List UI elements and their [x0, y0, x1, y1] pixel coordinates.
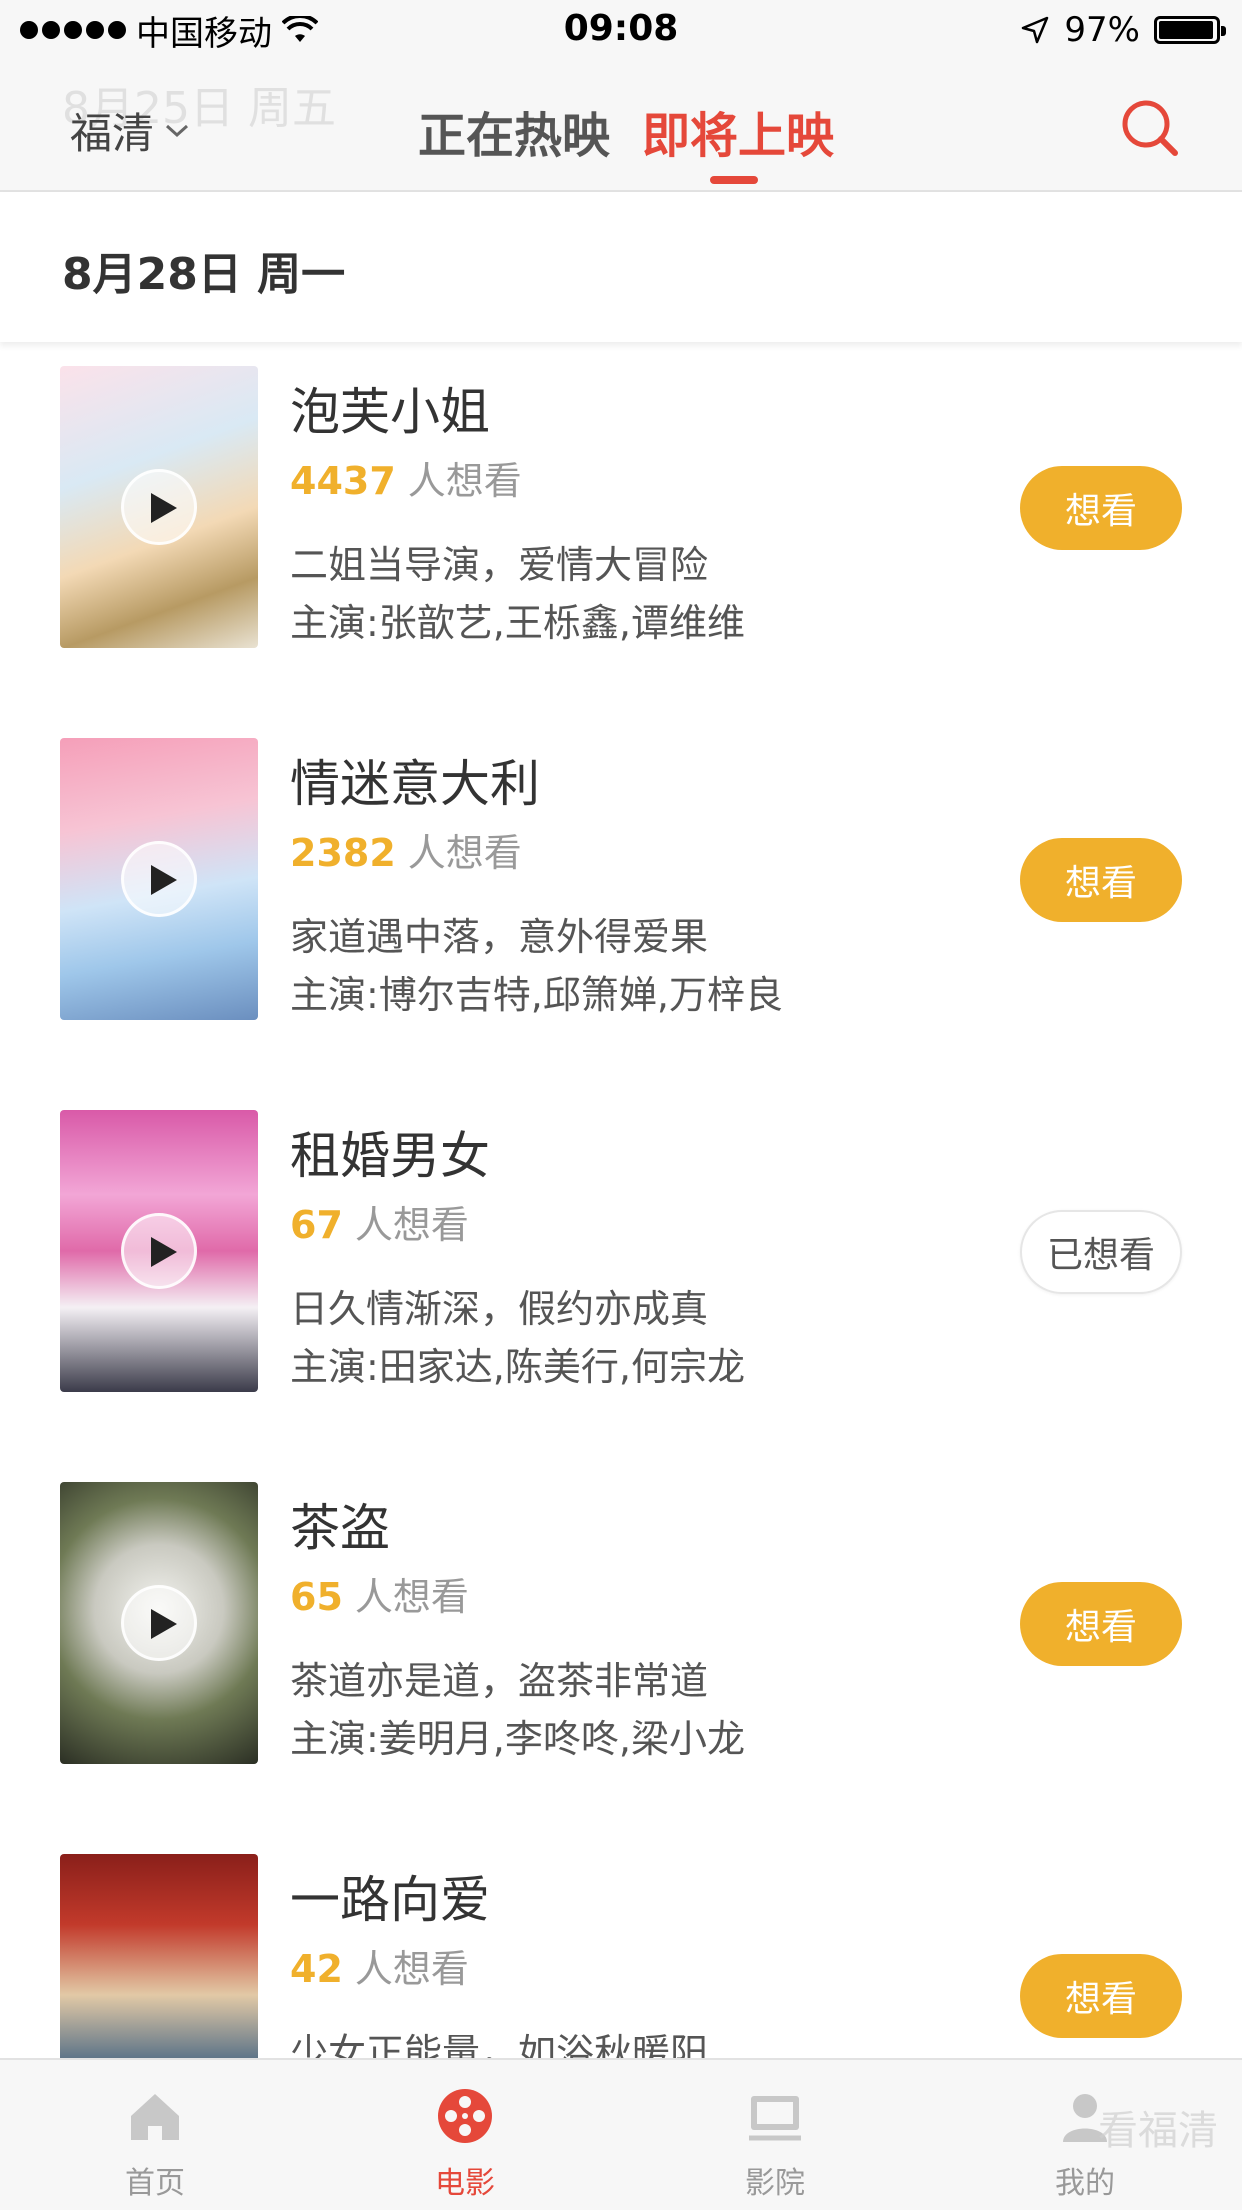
- movie-tagline: 少女正能量，如浴秋暖阳: [290, 2031, 709, 2058]
- wanted-button[interactable]: 已想看: [1020, 1210, 1182, 1294]
- movie-poster[interactable]: [60, 1110, 258, 1392]
- want-count-line: 2382 人想看: [290, 822, 522, 877]
- want-count: 4437: [290, 459, 396, 503]
- chevron-down-icon: [166, 124, 189, 137]
- movie-cast: 主演:姜明月,李咚咚,梁小龙: [290, 1717, 745, 1761]
- movie-cast: 主演:博尔吉特,邱箫婵,万梓良: [290, 973, 783, 1017]
- movie-item[interactable]: 一路向爱 42 人想看 少女正能量，如浴秋暖阳 想看: [0, 1830, 1242, 2058]
- battery-percent: 97%: [1064, 10, 1140, 50]
- want-count: 2382: [290, 831, 396, 875]
- tab-profile-label: 我的: [1055, 2166, 1115, 2201]
- play-icon[interactable]: [121, 1585, 197, 1661]
- play-icon[interactable]: [121, 1213, 197, 1289]
- date-section-header: 8月28日 周一: [0, 192, 1242, 342]
- movie-tagline: 茶道亦是道，盗茶非常道: [290, 1659, 709, 1703]
- film-reel-icon: [438, 2089, 492, 2143]
- want-button[interactable]: 想看: [1020, 1582, 1182, 1666]
- want-suffix: 人想看: [354, 1575, 469, 1619]
- date-label: 8月28日 周一: [62, 249, 346, 300]
- tab-movies-label: 电影: [435, 2166, 495, 2201]
- tab-cinemas[interactable]: 影院: [695, 2086, 855, 2202]
- want-button[interactable]: 想看: [1020, 838, 1182, 922]
- battery-icon: [1154, 16, 1226, 44]
- want-suffix: 人想看: [354, 1203, 469, 1247]
- movie-title: 租婚男女: [290, 1127, 490, 1185]
- want-count-line: 65 人想看: [290, 1566, 469, 1621]
- want-suffix: 人想看: [354, 1947, 469, 1991]
- movie-tagline: 二姐当导演，爱情大冒险: [290, 543, 709, 587]
- tab-movies[interactable]: 电影: [385, 2086, 545, 2202]
- movie-poster[interactable]: [60, 1482, 258, 1764]
- tab-home[interactable]: 首页: [75, 2086, 235, 2202]
- movie-title: 茶盗: [290, 1499, 390, 1557]
- active-tab-indicator: [710, 176, 758, 184]
- want-count-line: 67 人想看: [290, 1194, 469, 1249]
- tab-cinemas-label: 影院: [745, 2166, 805, 2201]
- want-count-line: 42 人想看: [290, 1938, 469, 1993]
- want-suffix: 人想看: [407, 831, 522, 875]
- search-icon[interactable]: [1118, 96, 1182, 160]
- movie-item[interactable]: 情迷意大利 2382 人想看 家道遇中落，意外得爱果 主演:博尔吉特,邱箫婵,万梓…: [0, 714, 1242, 1086]
- movie-poster[interactable]: [60, 1854, 258, 2058]
- movie-list: 泡芙小姐 4437 人想看 二姐当导演，爱情大冒险 主演:张歆艺,王栎鑫,谭维维 …: [0, 342, 1242, 2058]
- movie-tagline: 家道遇中落，意外得爱果: [290, 915, 709, 959]
- home-icon: [131, 2094, 179, 2140]
- bottom-tab-bar: 首页 电影 影院 我的: [0, 2058, 1242, 2210]
- movie-title: 情迷意大利: [290, 755, 540, 813]
- want-suffix: 人想看: [407, 459, 522, 503]
- play-icon[interactable]: [121, 469, 197, 545]
- want-count: 65: [290, 1575, 343, 1619]
- movie-cast: 主演:张歆艺,王栎鑫,谭维维: [290, 601, 745, 645]
- movie-title: 泡芙小姐: [290, 383, 490, 441]
- movie-item[interactable]: 租婚男女 67 人想看 日久情渐深，假约亦成真 主演:田家达,陈美行,何宗龙 已想…: [0, 1086, 1242, 1458]
- tab-now-showing[interactable]: 正在热映: [418, 96, 610, 166]
- want-count-line: 4437 人想看: [290, 450, 522, 505]
- play-icon[interactable]: [121, 841, 197, 917]
- status-right: 97%: [1020, 10, 1226, 50]
- want-count: 42: [290, 1947, 343, 1991]
- cinema-screen-icon: [749, 2096, 801, 2141]
- city-label: 福清: [70, 109, 155, 158]
- movie-item[interactable]: 茶盗 65 人想看 茶道亦是道，盗茶非常道 主演:姜明月,李咚咚,梁小龙 想看: [0, 1458, 1242, 1830]
- want-button[interactable]: 想看: [1020, 466, 1182, 550]
- movie-item[interactable]: 泡芙小姐 4437 人想看 二姐当导演，爱情大冒险 主演:张歆艺,王栎鑫,谭维维 …: [0, 342, 1242, 714]
- tab-home-label: 首页: [125, 2166, 185, 2201]
- nav-header: 8月25日 周五 福清 正在热映 即将上映: [0, 60, 1242, 192]
- movie-cast: 主演:田家达,陈美行,何宗龙: [290, 1345, 745, 1389]
- want-button[interactable]: 想看: [1020, 1954, 1182, 2038]
- battery-fill: [1159, 21, 1214, 39]
- location-arrow-icon: [1022, 16, 1049, 44]
- movie-poster[interactable]: [60, 366, 258, 648]
- movie-title: 一路向爱: [290, 1871, 490, 1929]
- watermark: 看福清: [1098, 2108, 1218, 2154]
- want-count: 67: [290, 1203, 343, 1247]
- tab-coming-soon[interactable]: 即将上映: [642, 96, 834, 166]
- movie-poster[interactable]: [60, 738, 258, 1020]
- status-bar: 中国移动 09:08 97%: [0, 0, 1242, 60]
- city-selector[interactable]: 福清: [70, 100, 190, 161]
- movie-tagline: 日久情渐深，假约亦成真: [290, 1287, 709, 1331]
